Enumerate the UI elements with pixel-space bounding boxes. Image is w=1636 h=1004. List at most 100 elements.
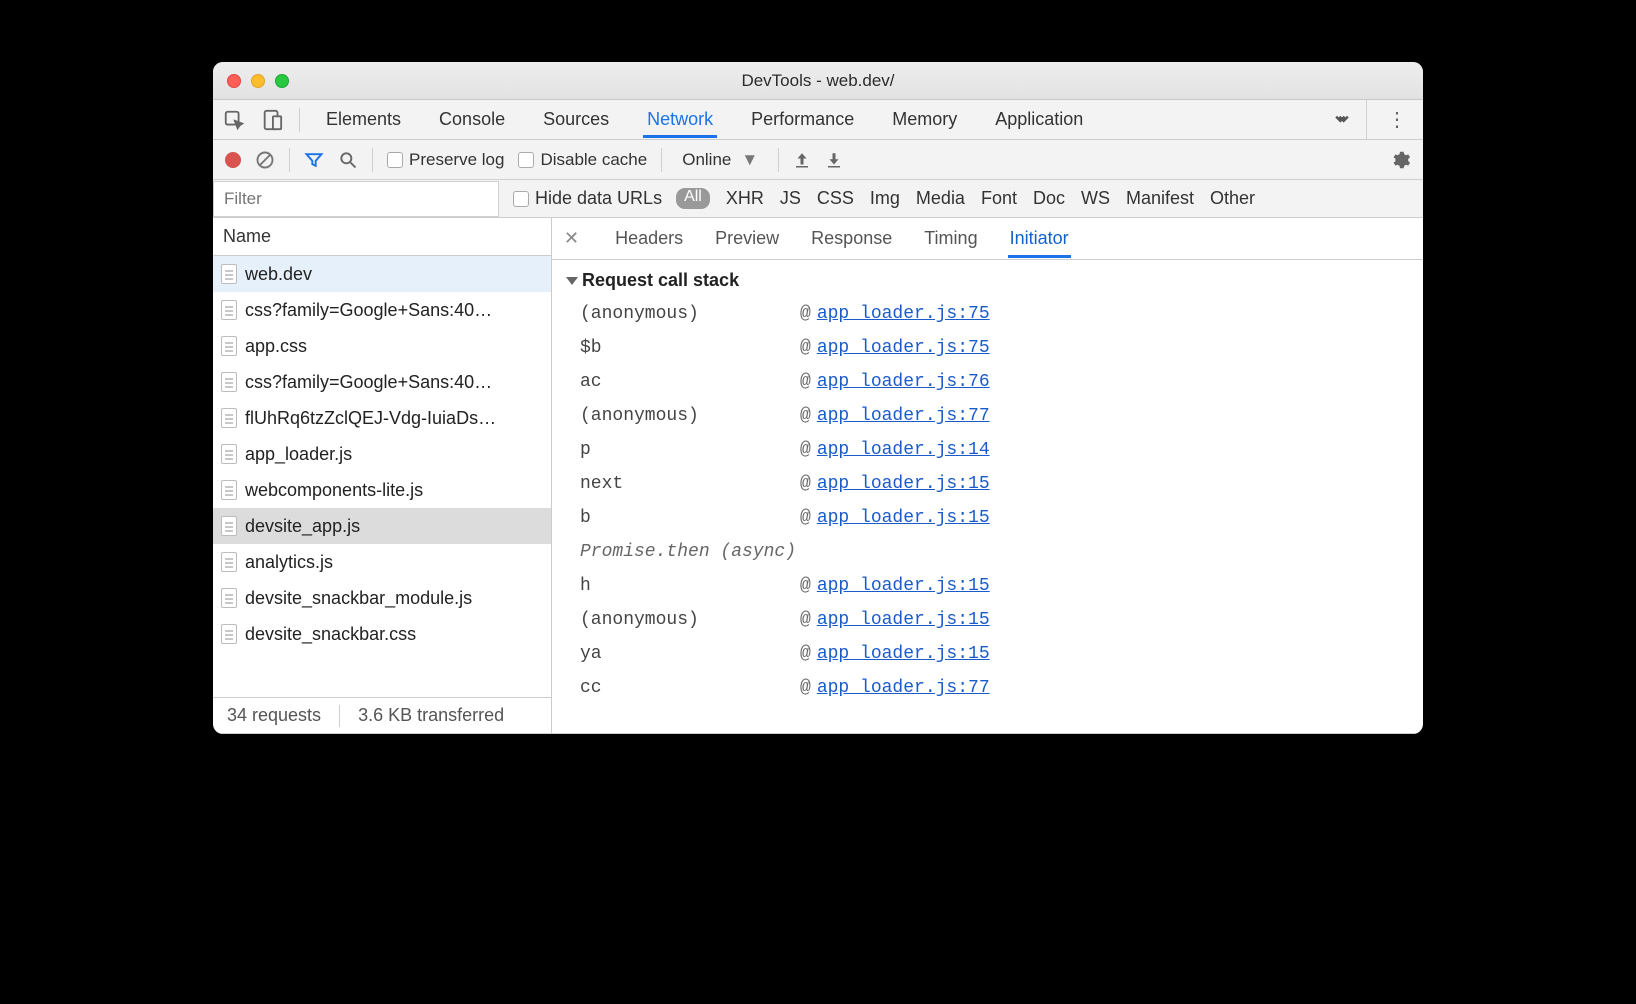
filter-type-manifest[interactable]: Manifest <box>1126 188 1194 209</box>
tab-elements[interactable]: Elements <box>322 101 405 138</box>
chevron-down-icon: ▼ <box>741 150 758 170</box>
filter-type-xhr[interactable]: XHR <box>726 188 764 209</box>
requests-list: web.devcss?family=Google+Sans:40…app.css… <box>213 256 551 697</box>
stack-frame: (anonymous)@app_loader.js:15 <box>566 603 1409 637</box>
document-icon <box>221 300 237 320</box>
request-name: devsite_snackbar_module.js <box>245 588 472 609</box>
stack-source-link[interactable]: app_loader.js:76 <box>817 365 990 399</box>
detail-tab-initiator[interactable]: Initiator <box>1008 220 1071 258</box>
request-row[interactable]: css?family=Google+Sans:40… <box>213 364 551 400</box>
request-name: devsite_snackbar.css <box>245 624 416 645</box>
disable-cache-label: Disable cache <box>540 150 647 170</box>
request-count: 34 requests <box>227 705 321 726</box>
filter-type-media[interactable]: Media <box>916 188 965 209</box>
clear-icon[interactable] <box>255 150 275 170</box>
overflow-chevrons-icon[interactable] <box>1318 110 1366 130</box>
record-button[interactable] <box>225 152 241 168</box>
document-icon <box>221 588 237 608</box>
document-icon <box>221 372 237 392</box>
filter-type-font[interactable]: Font <box>981 188 1017 209</box>
hide-data-urls-label: Hide data URLs <box>535 188 662 209</box>
detail-panel: ✕ HeadersPreviewResponseTimingInitiator … <box>552 218 1423 733</box>
filter-type-ws[interactable]: WS <box>1081 188 1110 209</box>
name-column-header[interactable]: Name <box>213 218 551 256</box>
request-row[interactable]: webcomponents-lite.js <box>213 472 551 508</box>
content-area: Name web.devcss?family=Google+Sans:40…ap… <box>213 218 1423 734</box>
request-name: devsite_app.js <box>245 516 360 537</box>
stack-source-link[interactable]: app_loader.js:14 <box>817 433 990 467</box>
inspect-element-icon[interactable] <box>223 108 245 132</box>
filter-type-img[interactable]: Img <box>870 188 900 209</box>
filter-type-css[interactable]: CSS <box>817 188 854 209</box>
filter-type-all[interactable]: All <box>676 188 710 209</box>
call-stack-heading[interactable]: Request call stack <box>566 270 1409 291</box>
upload-har-icon[interactable] <box>793 151 811 169</box>
detail-tab-timing[interactable]: Timing <box>922 220 979 258</box>
search-icon[interactable] <box>338 150 358 170</box>
close-detail-button[interactable]: ✕ <box>564 228 585 249</box>
requests-panel: Name web.devcss?family=Google+Sans:40…ap… <box>213 218 552 733</box>
transferred-size: 3.6 KB transferred <box>358 705 504 726</box>
request-row[interactable]: app_loader.js <box>213 436 551 472</box>
request-name: flUhRq6tzZclQEJ-Vdg-IuiaDs… <box>245 408 496 429</box>
preserve-log-checkbox[interactable]: Preserve log <box>387 150 504 170</box>
divider <box>339 705 340 727</box>
filter-type-doc[interactable]: Doc <box>1033 188 1065 209</box>
detail-tab-response[interactable]: Response <box>809 220 894 258</box>
stack-function: (anonymous) <box>580 399 800 433</box>
stack-at-symbol: @ <box>800 637 817 671</box>
tab-console[interactable]: Console <box>435 101 509 138</box>
stack-source-link[interactable]: app_loader.js:15 <box>817 467 990 501</box>
detail-tab-preview[interactable]: Preview <box>713 220 781 258</box>
request-row[interactable]: web.dev <box>213 256 551 292</box>
tab-sources[interactable]: Sources <box>539 101 613 138</box>
more-menu-button[interactable]: ⋮ <box>1366 100 1413 139</box>
stack-at-symbol: @ <box>800 569 817 603</box>
preserve-log-label: Preserve log <box>409 150 504 170</box>
initiator-body: Request call stack (anonymous)@app_loade… <box>552 260 1423 715</box>
request-row[interactable]: flUhRq6tzZclQEJ-Vdg-IuiaDs… <box>213 400 551 436</box>
request-row[interactable]: devsite_snackbar.css <box>213 616 551 652</box>
filter-type-js[interactable]: JS <box>780 188 801 209</box>
request-row[interactable]: analytics.js <box>213 544 551 580</box>
request-row[interactable]: app.css <box>213 328 551 364</box>
throttling-select[interactable]: Online ▼ <box>676 150 764 170</box>
stack-frame: ac@app_loader.js:76 <box>566 365 1409 399</box>
tab-application[interactable]: Application <box>991 101 1087 138</box>
stack-function: p <box>580 433 800 467</box>
stack-source-link[interactable]: app_loader.js:15 <box>817 603 990 637</box>
stack-at-symbol: @ <box>800 297 817 331</box>
stack-frame: p@app_loader.js:14 <box>566 433 1409 467</box>
download-har-icon[interactable] <box>825 151 843 169</box>
filter-type-other[interactable]: Other <box>1210 188 1255 209</box>
stack-source-link[interactable]: app_loader.js:75 <box>817 331 990 365</box>
disable-cache-checkbox[interactable]: Disable cache <box>518 150 647 170</box>
status-bar: 34 requests 3.6 KB transferred <box>213 697 551 733</box>
stack-source-link[interactable]: app_loader.js:15 <box>817 569 990 603</box>
settings-gear-icon[interactable] <box>1389 149 1411 171</box>
document-icon <box>221 516 237 536</box>
stack-source-link[interactable]: app_loader.js:77 <box>817 399 990 433</box>
document-icon <box>221 480 237 500</box>
request-name: css?family=Google+Sans:40… <box>245 300 492 321</box>
request-row[interactable]: devsite_snackbar_module.js <box>213 580 551 616</box>
filter-input[interactable] <box>213 181 499 217</box>
stack-source-link[interactable]: app_loader.js:77 <box>817 671 990 705</box>
tab-network[interactable]: Network <box>643 101 717 138</box>
stack-source-link[interactable]: app_loader.js:75 <box>817 297 990 331</box>
document-icon <box>221 408 237 428</box>
tab-performance[interactable]: Performance <box>747 101 858 138</box>
request-row[interactable]: css?family=Google+Sans:40… <box>213 292 551 328</box>
hide-data-urls-checkbox[interactable]: Hide data URLs <box>513 188 662 209</box>
document-icon <box>221 624 237 644</box>
filter-funnel-icon[interactable] <box>304 150 324 170</box>
stack-frame: next@app_loader.js:15 <box>566 467 1409 501</box>
stack-source-link[interactable]: app_loader.js:15 <box>817 501 990 535</box>
stack-source-link[interactable]: app_loader.js:15 <box>817 637 990 671</box>
detail-tab-headers[interactable]: Headers <box>613 220 685 258</box>
device-toggle-icon[interactable] <box>261 108 283 132</box>
tab-memory[interactable]: Memory <box>888 101 961 138</box>
request-name: analytics.js <box>245 552 333 573</box>
disclosure-triangle-icon <box>566 277 578 285</box>
request-row[interactable]: devsite_app.js <box>213 508 551 544</box>
